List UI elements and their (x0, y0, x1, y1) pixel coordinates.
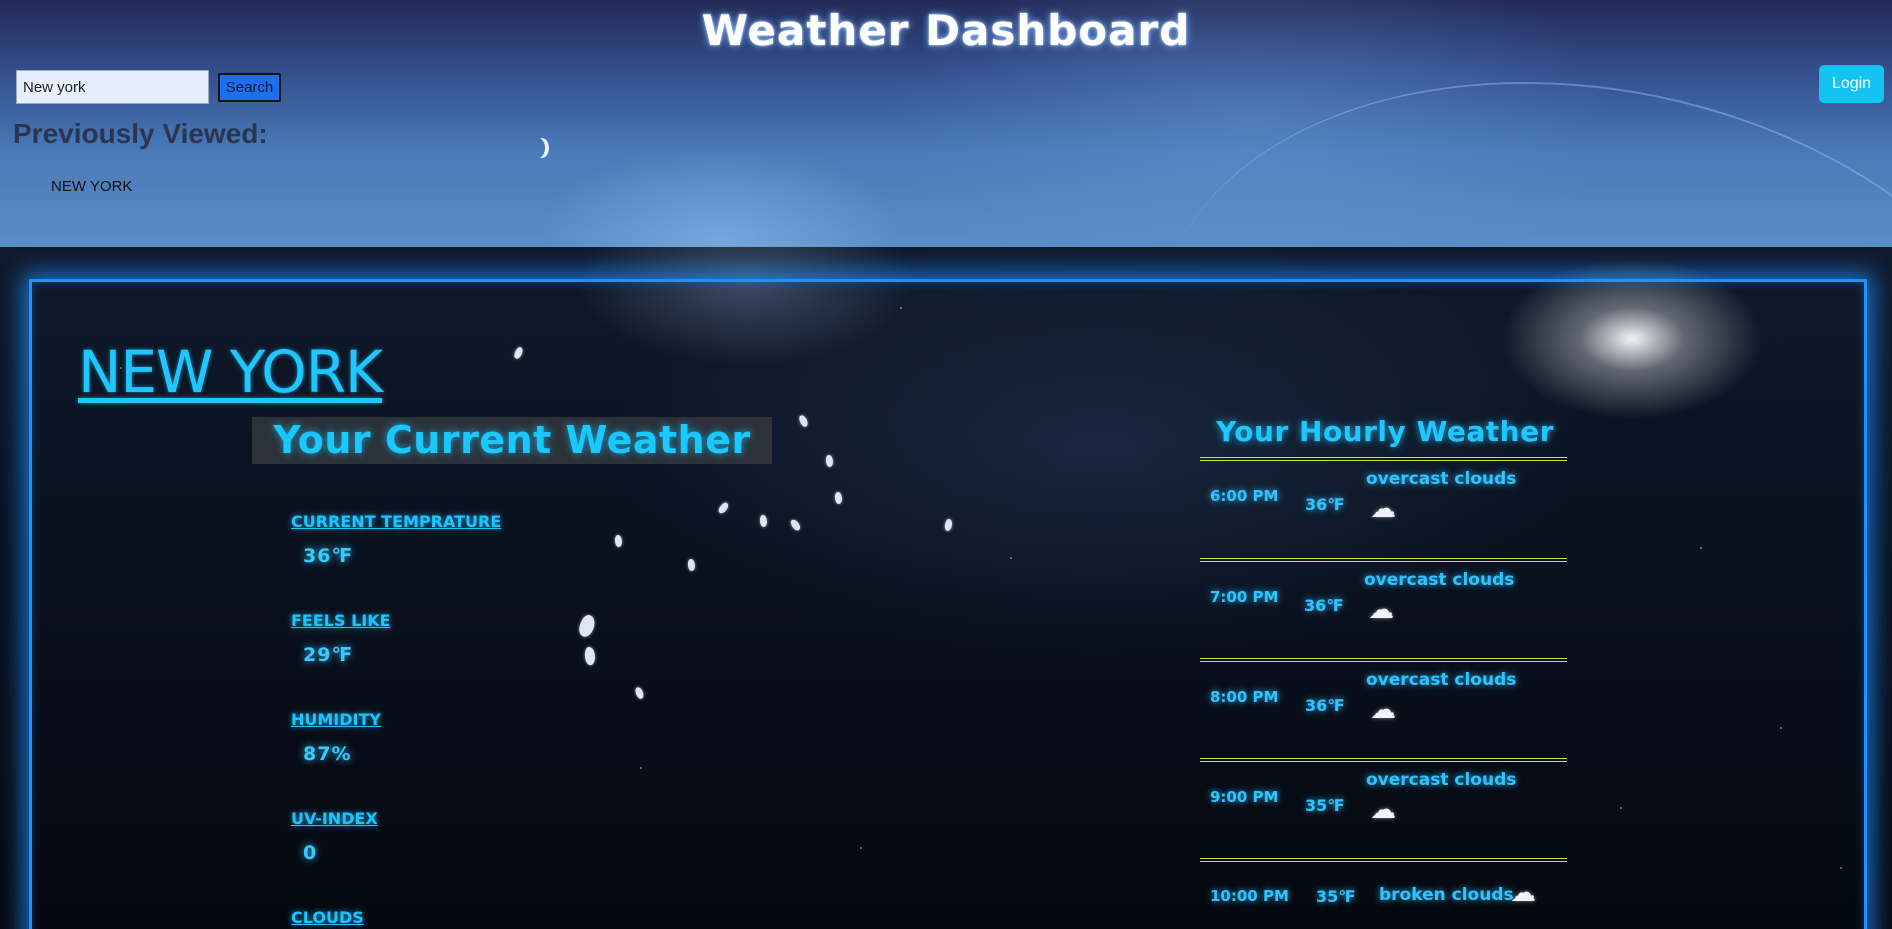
stat-value-feels-like: 29℉ (303, 644, 354, 666)
hourly-time: 8:00 PM (1210, 688, 1279, 706)
cloud-icon: ☁ (1370, 695, 1396, 725)
header-banner: Weather Dashboard Search Login Previousl… (0, 0, 1892, 247)
hourly-description: overcast clouds (1366, 469, 1517, 489)
hourly-temp: 35℉ (1305, 796, 1345, 815)
hourly-weather-heading: Your Hourly Weather (1216, 415, 1554, 448)
hourly-temp: 36℉ (1304, 596, 1344, 615)
hourly-temp: 35℉ (1316, 887, 1356, 906)
hourly-time: 7:00 PM (1210, 588, 1279, 606)
hourly-divider (1200, 558, 1567, 562)
search-input[interactable] (16, 70, 209, 104)
cloud-icon: ☁ (1370, 494, 1396, 524)
hourly-divider (1200, 457, 1567, 461)
stat-label-feels-like: FEELS LIKE (291, 611, 391, 630)
stat-value-uv-index: 0 (303, 842, 318, 864)
hourly-divider (1200, 658, 1567, 662)
stat-label-temperature: CURRENT TEMPRATURE (291, 512, 502, 531)
hourly-description: overcast clouds (1366, 670, 1517, 690)
search-button[interactable]: Search (218, 73, 281, 102)
current-weather-heading: Your Current Weather (252, 417, 772, 464)
hourly-description: broken clouds (1379, 885, 1514, 905)
hourly-divider (1200, 758, 1567, 762)
cloud-icon: ☁ (1368, 595, 1394, 625)
city-name: NEW YORK (78, 338, 383, 406)
moon-decoration (531, 138, 545, 158)
page-title: Weather Dashboard (701, 6, 1191, 55)
history-heading: Previously Viewed: (13, 118, 268, 149)
hourly-temp: 36℉ (1305, 495, 1345, 514)
stat-value-humidity: 87% (303, 743, 352, 765)
hourly-description: overcast clouds (1366, 770, 1517, 790)
cloud-icon: ☁ (1510, 878, 1536, 908)
stat-label-uv-index: UV-INDEX (291, 809, 378, 828)
stat-label-humidity: HUMIDITY (291, 710, 381, 729)
login-button[interactable]: Login (1819, 65, 1884, 103)
hourly-description: overcast clouds (1364, 570, 1515, 590)
cloud-icon: ☁ (1370, 795, 1396, 825)
hourly-time: 9:00 PM (1210, 788, 1279, 806)
hourly-time: 6:00 PM (1210, 487, 1279, 505)
hourly-temp: 36℉ (1305, 696, 1345, 715)
hourly-divider (1200, 858, 1567, 862)
stat-label-clouds: CLOUDS (291, 908, 364, 927)
history-item[interactable]: NEW YORK (51, 178, 132, 195)
stat-value-temperature: 36℉ (303, 545, 354, 567)
hourly-time: 10:00 PM (1210, 887, 1289, 905)
